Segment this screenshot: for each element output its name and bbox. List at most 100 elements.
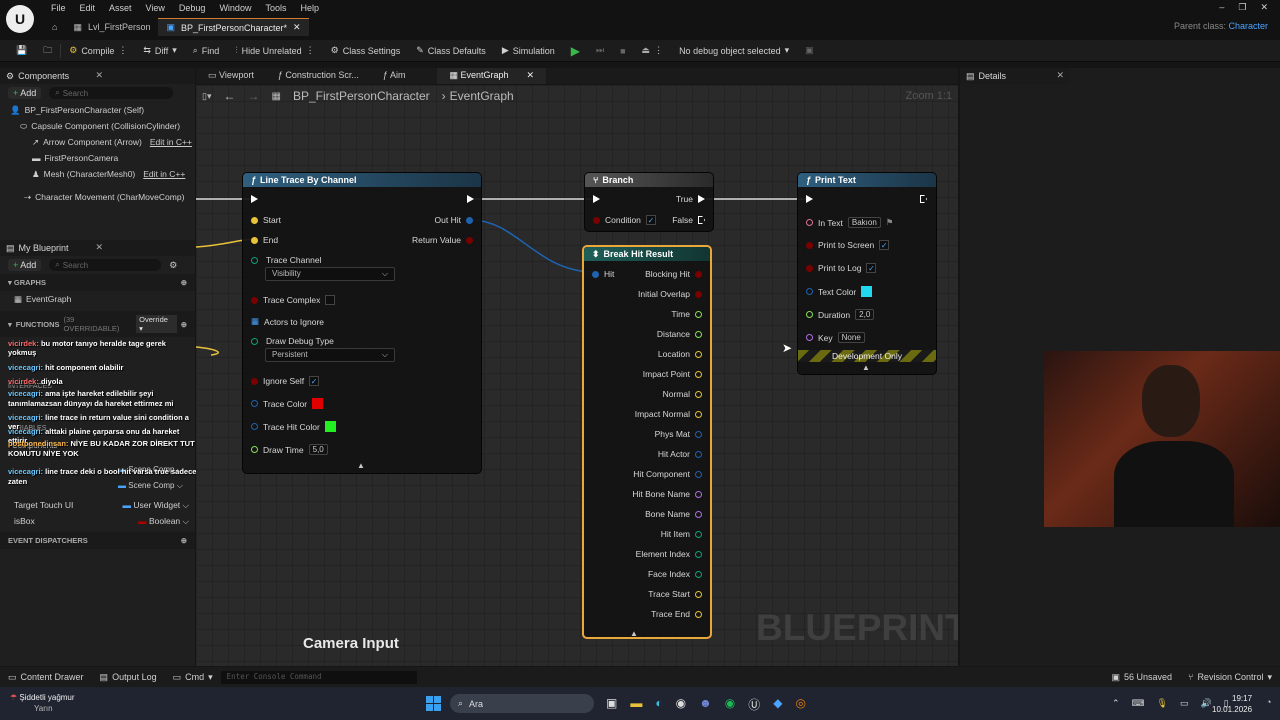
add-component-button[interactable]: + Add [8,87,42,99]
tab-blueprint[interactable]: ▣ BP_FirstPersonCharacter* ✕ [158,18,309,36]
print-to-screen-pin[interactable]: Print to Screen ✓ [806,240,890,250]
break-hit-output-pin[interactable]: Hit Bone Name [632,489,702,499]
draw-debug-type-pin[interactable]: Draw Debug Type [251,336,334,346]
window-close-icon[interactable]: ✕ [1260,2,1268,13]
revision-control-button[interactable]: ⑂ Revision Control ▾ [1180,666,1280,688]
add-circle-icon[interactable]: ⊕ [181,320,187,329]
menu-file[interactable]: File [44,3,73,13]
tree-item-mesh[interactable]: ♟ Mesh (CharacterMesh0) Edit in C++ [10,166,195,182]
tab-eventgraph[interactable]: ▦ EventGraph ✕ [437,68,547,84]
volume-icon[interactable]: 🔊 [1201,698,1212,709]
blender-icon[interactable]: ◎ [795,696,805,713]
break-hit-output-pin[interactable]: Element Index [636,549,702,559]
break-hit-output-pin[interactable]: Distance [657,329,702,339]
unreal-logo-icon[interactable]: U [6,5,34,33]
tree-item-capsule[interactable]: ⬭ Capsule Component (CollisionCylinder) [10,118,195,134]
exec-out-pin[interactable] [920,195,927,203]
save-button[interactable]: 💾 [8,40,35,62]
edge-icon[interactable]: ◐ [655,696,662,713]
my-blueprint-search-input[interactable]: ⌕ Search [49,259,162,271]
break-hit-output-pin[interactable]: Hit Actor [658,449,702,459]
variable-row[interactable]: isBox ▬ Boolean ⌵ [0,513,195,529]
play-button[interactable]: ▶ [563,40,588,62]
tree-item-arrow[interactable]: ↗ Arrow Component (Arrow) Edit in C++ [10,134,195,150]
taskbar-search[interactable]: ⌕ Ara [450,694,594,713]
break-hit-output-pin[interactable]: Time [671,309,702,319]
break-hit-output-pin[interactable]: Normal [663,389,702,399]
close-icon[interactable]: ✕ [293,22,301,33]
menu-edit[interactable]: Edit [73,3,103,13]
break-hit-output-pin[interactable]: Phys Mat [655,429,702,439]
in-text-field[interactable]: Bakıon [847,217,881,228]
out-hit-pin[interactable]: Out Hit [435,215,473,225]
close-icon[interactable]: ✕ [95,242,103,253]
eject-button[interactable]: ⏏ ⋮ [634,40,672,62]
event-dispatchers-section[interactable]: EVENT DISPATCHERS ⊕ [0,532,195,549]
tab-level[interactable]: ▦ Lvl_FirstPerson [65,18,158,36]
step-button[interactable]: ⏭ [588,40,612,62]
diff-button[interactable]: ⇆ Diff ▾ [135,40,184,62]
app-icon[interactable]: ◆ [773,696,782,713]
chevron-up-icon[interactable]: ⌃ [1112,698,1120,709]
functions-section[interactable]: ▾ FUNCTIONS (39 OVERRIDABLE) Override ▾ ⊕ [0,311,195,337]
hide-unrelated-button[interactable]: ⫶ Hide Unrelated ⋮ [227,40,322,62]
debug-filter-button[interactable]: ▣ [797,40,822,62]
network-icon[interactable]: ▭ [1180,698,1189,709]
tab-home[interactable]: ⌂ [44,18,65,36]
content-drawer-button[interactable]: ▭ Content Drawer [0,666,92,688]
trace-color-swatch[interactable] [312,398,324,409]
edit-cpp-link[interactable]: Edit in C++ [143,169,185,179]
in-text-pin[interactable]: In Text Bakıon ⚑ [806,217,893,228]
true-pin[interactable]: True [676,194,705,204]
comment-title[interactable]: Camera Input [303,635,399,652]
key-field[interactable]: None [837,332,865,343]
text-color-swatch[interactable] [861,286,873,297]
collapse-icon[interactable]: ▲ [357,461,365,470]
browse-button[interactable]: 🗀 [35,40,60,62]
trace-hit-color-pin[interactable]: Trace Hit Color [251,421,336,432]
ignore-self-pin[interactable]: Ignore Self ✓ [251,376,320,386]
start-pin[interactable]: Start [251,215,281,225]
class-defaults-button[interactable]: ✎ Class Defaults [408,40,494,62]
print-to-log-checkbox[interactable]: ✓ [866,263,877,273]
node-header[interactable]: ƒ Line Trace By Channel [243,173,481,187]
key-pin[interactable]: Key None [806,332,865,343]
menu-asset[interactable]: Asset [102,3,139,13]
simulation-button[interactable]: ▶ Simulation [494,40,563,62]
trace-channel-pin[interactable]: Trace Channel [251,255,321,265]
discord-icon[interactable]: ☻ [699,696,712,713]
microphone-icon[interactable]: 🎙 [1157,698,1168,709]
break-hit-output-pin[interactable]: Trace End [651,609,702,619]
break-hit-output-pin[interactable]: Bone Name [645,509,702,519]
weather-widget[interactable]: ☂ Şiddetli yağmur Yarın [10,692,75,714]
print-to-screen-checkbox[interactable]: ✓ [879,240,890,250]
return-value-pin[interactable]: Return Value [412,235,473,245]
collapse-icon[interactable]: ▲ [862,363,870,372]
break-hit-output-pin[interactable]: Impact Normal [635,409,702,419]
tree-item-movement[interactable]: ⇢ Character Movement (CharMoveComp) [10,189,195,205]
node-header[interactable]: ⬍ Break Hit Result [584,247,710,261]
stop-button[interactable]: ■ [612,40,633,62]
unsaved-button[interactable]: ▣ 56 Unsaved [1103,666,1180,688]
hit-input-pin[interactable]: Hit [592,269,614,279]
graphs-section[interactable]: ▾ GRAPHS ⊕ [0,274,195,291]
exec-in-pin[interactable] [593,195,600,203]
cmd-dropdown[interactable]: ▭ Cmd ▾ [165,666,221,688]
close-icon[interactable]: ✕ [95,70,103,81]
ignore-self-checkbox[interactable]: ✓ [309,376,320,386]
branch-node[interactable]: ⑂ Branch True Condition ✓ False [584,172,714,232]
close-icon[interactable]: ✕ [1056,70,1064,81]
parent-class-link[interactable]: Character [1228,21,1268,31]
exec-in-pin[interactable] [806,195,813,203]
find-button[interactable]: ⌕ Find [185,40,228,62]
trace-color-pin[interactable]: Trace Color [251,398,324,409]
draw-time-field[interactable]: 5,0 [308,444,328,455]
notification-icon[interactable]: ◔ [1266,697,1271,707]
menu-view[interactable]: View [139,3,172,13]
condition-pin[interactable]: Condition ✓ [593,215,656,225]
exec-out-pin[interactable] [467,195,474,203]
break-hit-output-pin[interactable]: Face Index [648,569,702,579]
duration-field[interactable]: 2,0 [855,309,875,320]
tab-viewport[interactable]: ▭ Viewport [196,68,266,84]
break-hit-output-pin[interactable]: Impact Point [643,369,702,379]
